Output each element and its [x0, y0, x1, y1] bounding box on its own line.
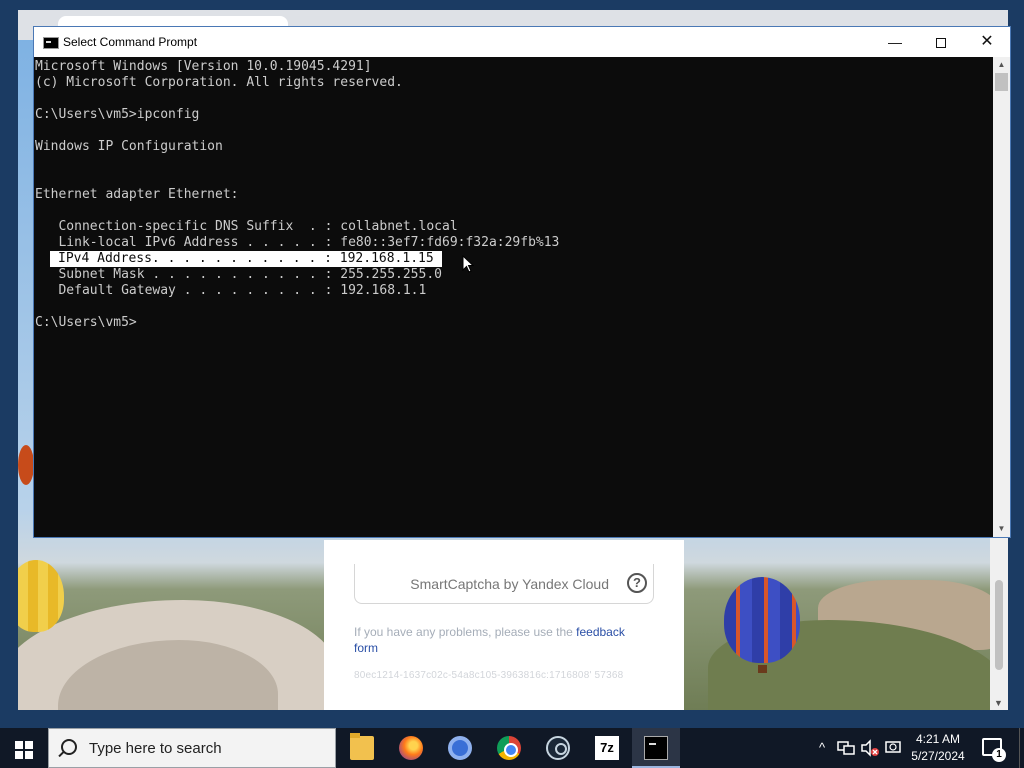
console-line: Windows IP Configuration [35, 139, 223, 154]
captcha-widget[interactable]: SmartCaptcha by Yandex Cloud ? [354, 564, 654, 604]
captcha-card: SmartCaptcha by Yandex Cloud ? If you ha… [324, 540, 684, 710]
windows-logo-icon [25, 751, 33, 759]
window-title: Select Command Prompt [63, 35, 198, 49]
windows-logo-icon [15, 741, 23, 749]
cmd-icon [644, 736, 668, 760]
steam-button[interactable] [534, 728, 582, 768]
balloon-basket [758, 665, 767, 673]
7zip-icon: 7z [595, 736, 619, 760]
scroll-down-icon[interactable]: ▼ [994, 698, 1003, 708]
help-icon[interactable]: ? [627, 573, 647, 593]
console-line: Subnet Mask . . . . . . . . . . . : 255.… [35, 267, 442, 282]
minimize-button[interactable]: — [872, 27, 918, 57]
console-line: Ethernet adapter Ethernet: [35, 187, 239, 202]
title-bar[interactable]: Select Command Prompt — ✕ [34, 27, 1010, 57]
selected-console-line[interactable]: IPv4 Address. . . . . . . . . . . : 192.… [50, 251, 442, 267]
chromium-button[interactable] [436, 728, 484, 768]
windows-logo-icon [15, 751, 23, 759]
problems-text: If you have any problems, please use the… [354, 624, 644, 656]
search-icon [61, 739, 77, 755]
search-placeholder: Type here to search [89, 740, 222, 757]
close-button[interactable]: ✕ [964, 27, 1010, 57]
cmd-app-icon[interactable] [43, 37, 59, 49]
problems-message: If you have any problems, please use the [354, 625, 577, 639]
network-icon[interactable] [836, 739, 856, 757]
mouse-pointer-icon [462, 255, 474, 273]
scrollbar-thumb[interactable] [995, 580, 1003, 670]
clock-date: 5/27/2024 [911, 749, 965, 763]
balloon-image [724, 577, 800, 663]
chrome-button[interactable] [485, 728, 533, 768]
scroll-down-icon[interactable]: ▼ [993, 521, 1010, 537]
start-button[interactable] [0, 728, 48, 768]
chrome-icon [497, 736, 521, 760]
request-id: 80ec1214-1637c02c-54a8c105-3963816c:1716… [354, 670, 624, 681]
windows-logo-icon [25, 741, 33, 749]
show-desktop-button[interactable] [1019, 728, 1024, 768]
console-prompt: C:\Users\vm5> [35, 315, 137, 330]
command-prompt-taskbar-button[interactable] [632, 728, 680, 768]
7zip-button[interactable]: 7z [583, 728, 631, 768]
console-scrollbar[interactable]: ▲ ▼ [993, 57, 1010, 537]
folder-icon [350, 733, 374, 760]
scroll-up-icon[interactable]: ▲ [993, 57, 1010, 73]
balloon-image [18, 445, 34, 485]
volume-muted-icon[interactable] [860, 739, 880, 757]
clock-time: 4:21 AM [915, 732, 961, 746]
console-line: C:\Users\vm5>ipconfig [35, 107, 200, 122]
system-clock[interactable]: 4:21 AM 5/27/2024 [900, 731, 976, 765]
console-line: Default Gateway . . . . . . . . . : 192.… [35, 283, 427, 298]
maximize-icon [936, 38, 946, 49]
balloon-image [18, 560, 64, 632]
scrollbar-thumb[interactable] [995, 73, 1008, 91]
firefox-icon [399, 736, 423, 760]
file-explorer-button[interactable] [338, 728, 386, 768]
console-line: Link-local IPv6 Address . . . . . : fe80… [35, 235, 560, 250]
maximize-button[interactable] [918, 27, 964, 57]
captcha-brand: SmartCaptcha by Yandex Cloud [410, 576, 609, 592]
firefox-button[interactable] [387, 728, 435, 768]
tray-overflow-chevron[interactable]: ^ [812, 728, 832, 768]
command-prompt-window: Select Command Prompt — ✕ Microsoft Wind… [33, 26, 1011, 538]
notification-count-badge: 1 [992, 748, 1006, 762]
taskbar-search-box[interactable]: Type here to search [48, 728, 336, 768]
console-line: (c) Microsoft Corporation. All rights re… [35, 75, 403, 90]
chromium-icon [448, 736, 472, 760]
console-line: Microsoft Windows [Version 10.0.19045.42… [35, 59, 372, 74]
console-output[interactable]: Microsoft Windows [Version 10.0.19045.42… [34, 57, 993, 537]
taskbar: Type here to search 7z ^ 4:21 AM 5/27/20… [0, 728, 1024, 768]
console-line: Connection-specific DNS Suffix . : colla… [35, 219, 458, 234]
steam-icon [546, 736, 570, 760]
